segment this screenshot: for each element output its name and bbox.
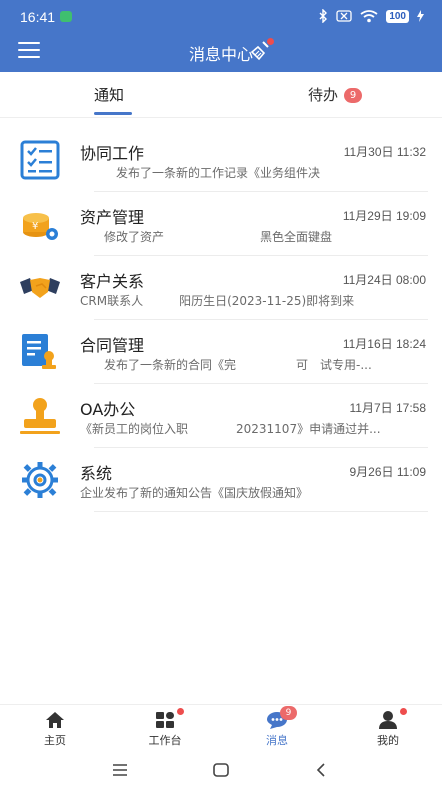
message-time: 11月16日 18:24 [342, 337, 426, 351]
message-preview: CRM联系人 阳历生日(2023-11-25)即将到来 [80, 294, 355, 308]
settings-gear-icon [22, 462, 58, 498]
message-item-assets[interactable]: ¥ 资产管理 11月29日 19:09 修改了资产 黑色全面键盘 [0, 192, 442, 256]
bottom-nav: 主页 工作台 9 消息 我的 [0, 704, 442, 750]
nav-profile[interactable]: 我的 [353, 708, 423, 748]
home-button-icon[interactable] [212, 762, 230, 778]
message-time: 11月24日 08:00 [342, 273, 426, 287]
nav-home-label: 主页 [44, 734, 66, 747]
top-bar: 16:41 100 消息中心 [0, 0, 442, 72]
nav-home[interactable]: 主页 [20, 710, 90, 748]
message-item-customers[interactable]: 客户关系 11月24日 08:00 CRM联系人 阳历生日(2023-11-25… [0, 256, 442, 320]
message-item-oa[interactable]: OA办公 11月7日 17:58 《新员工的岗位入职 20231107》申请通过… [0, 384, 442, 448]
divider [94, 511, 428, 512]
message-time: 9月26日 11:09 [349, 465, 427, 479]
stamp-icon [20, 398, 60, 434]
message-preview: 发布了一条新的合同《完 可 试专用-... [80, 358, 372, 372]
status-icons: 100 [318, 9, 424, 23]
user-icon [377, 708, 407, 730]
svg-text:¥: ¥ [32, 221, 38, 232]
coins-gear-icon: ¥ [23, 213, 58, 240]
battery-indicator: 100 [386, 9, 409, 23]
message-time: 11月30日 11:32 [343, 145, 426, 159]
todo-count-badge: 9 [344, 88, 363, 103]
tab-notifications-label: 通知 [94, 86, 125, 104]
bluetooth-icon [319, 9, 328, 23]
message-preview: 企业发布了新的通知公告《国庆放假通知》 [80, 486, 309, 500]
system-nav-bar [0, 750, 442, 792]
nav-messages-label: 消息 [266, 734, 288, 747]
status-time: 16:41 [20, 9, 56, 25]
charging-icon [417, 10, 424, 22]
nav-workbench-label: 工作台 [148, 734, 182, 747]
tab-active-indicator [94, 112, 132, 115]
nav-messages[interactable]: 9 消息 [242, 706, 312, 748]
home-icon [44, 710, 66, 730]
header: 消息中心 [0, 34, 442, 72]
grid-icon [154, 708, 184, 730]
message-title: 资产管理 [80, 208, 145, 227]
chat-icon: 9 [266, 706, 297, 730]
nav-profile-label: 我的 [377, 734, 399, 747]
message-item-collaboration[interactable]: 协同工作 11月30日 11:32 发布了一条新的工作记录《业务组件决 [0, 128, 442, 192]
messages-count-badge: 9 [280, 706, 297, 720]
broom-icon[interactable] [250, 38, 274, 61]
message-preview: 《新员工的岗位入职 20231107》申请通过并... [80, 422, 381, 436]
recent-apps-icon[interactable] [111, 762, 129, 778]
message-title: 客户关系 [80, 272, 145, 291]
page-title: 消息中心 [188, 45, 253, 64]
app-notification-icon [60, 11, 72, 22]
wifi-icon [360, 9, 378, 22]
message-item-system[interactable]: 系统 9月26日 11:09 企业发布了新的通知公告《国庆放假通知》 [0, 448, 442, 512]
handshake-icon [20, 278, 60, 298]
message-title: 合同管理 [80, 336, 145, 355]
message-item-contracts[interactable]: 合同管理 11月16日 18:24 发布了一条新的合同《完 可 试专用-... [0, 320, 442, 384]
profile-dot [400, 708, 407, 715]
status-bar: 16:41 100 [0, 0, 442, 34]
message-time: 11月7日 17:58 [349, 401, 427, 415]
broom-dot [267, 38, 274, 45]
back-icon[interactable] [314, 762, 328, 778]
checklist-icon [20, 140, 60, 180]
message-title: OA办公 [80, 400, 136, 419]
message-title: 协同工作 [80, 144, 145, 163]
sim-off-icon [336, 10, 352, 22]
message-title: 系统 [80, 464, 113, 483]
tab-todo[interactable]: 待办 9 [308, 84, 363, 105]
tab-bar: 通知 待办 9 [0, 72, 442, 118]
contract-icon [22, 334, 56, 369]
message-preview: 修改了资产 黑色全面键盘 [80, 230, 333, 244]
message-preview: 发布了一条新的工作记录《业务组件决 [80, 166, 321, 180]
workbench-dot [177, 708, 184, 715]
message-time: 11月29日 19:09 [342, 209, 426, 223]
message-list: 协同工作 11月30日 11:32 发布了一条新的工作记录《业务组件决 ¥ 资产… [0, 128, 442, 512]
tab-todo-label: 待办 [308, 86, 339, 104]
nav-workbench[interactable]: 工作台 [130, 708, 200, 748]
tab-notifications[interactable]: 通知 [94, 84, 124, 105]
